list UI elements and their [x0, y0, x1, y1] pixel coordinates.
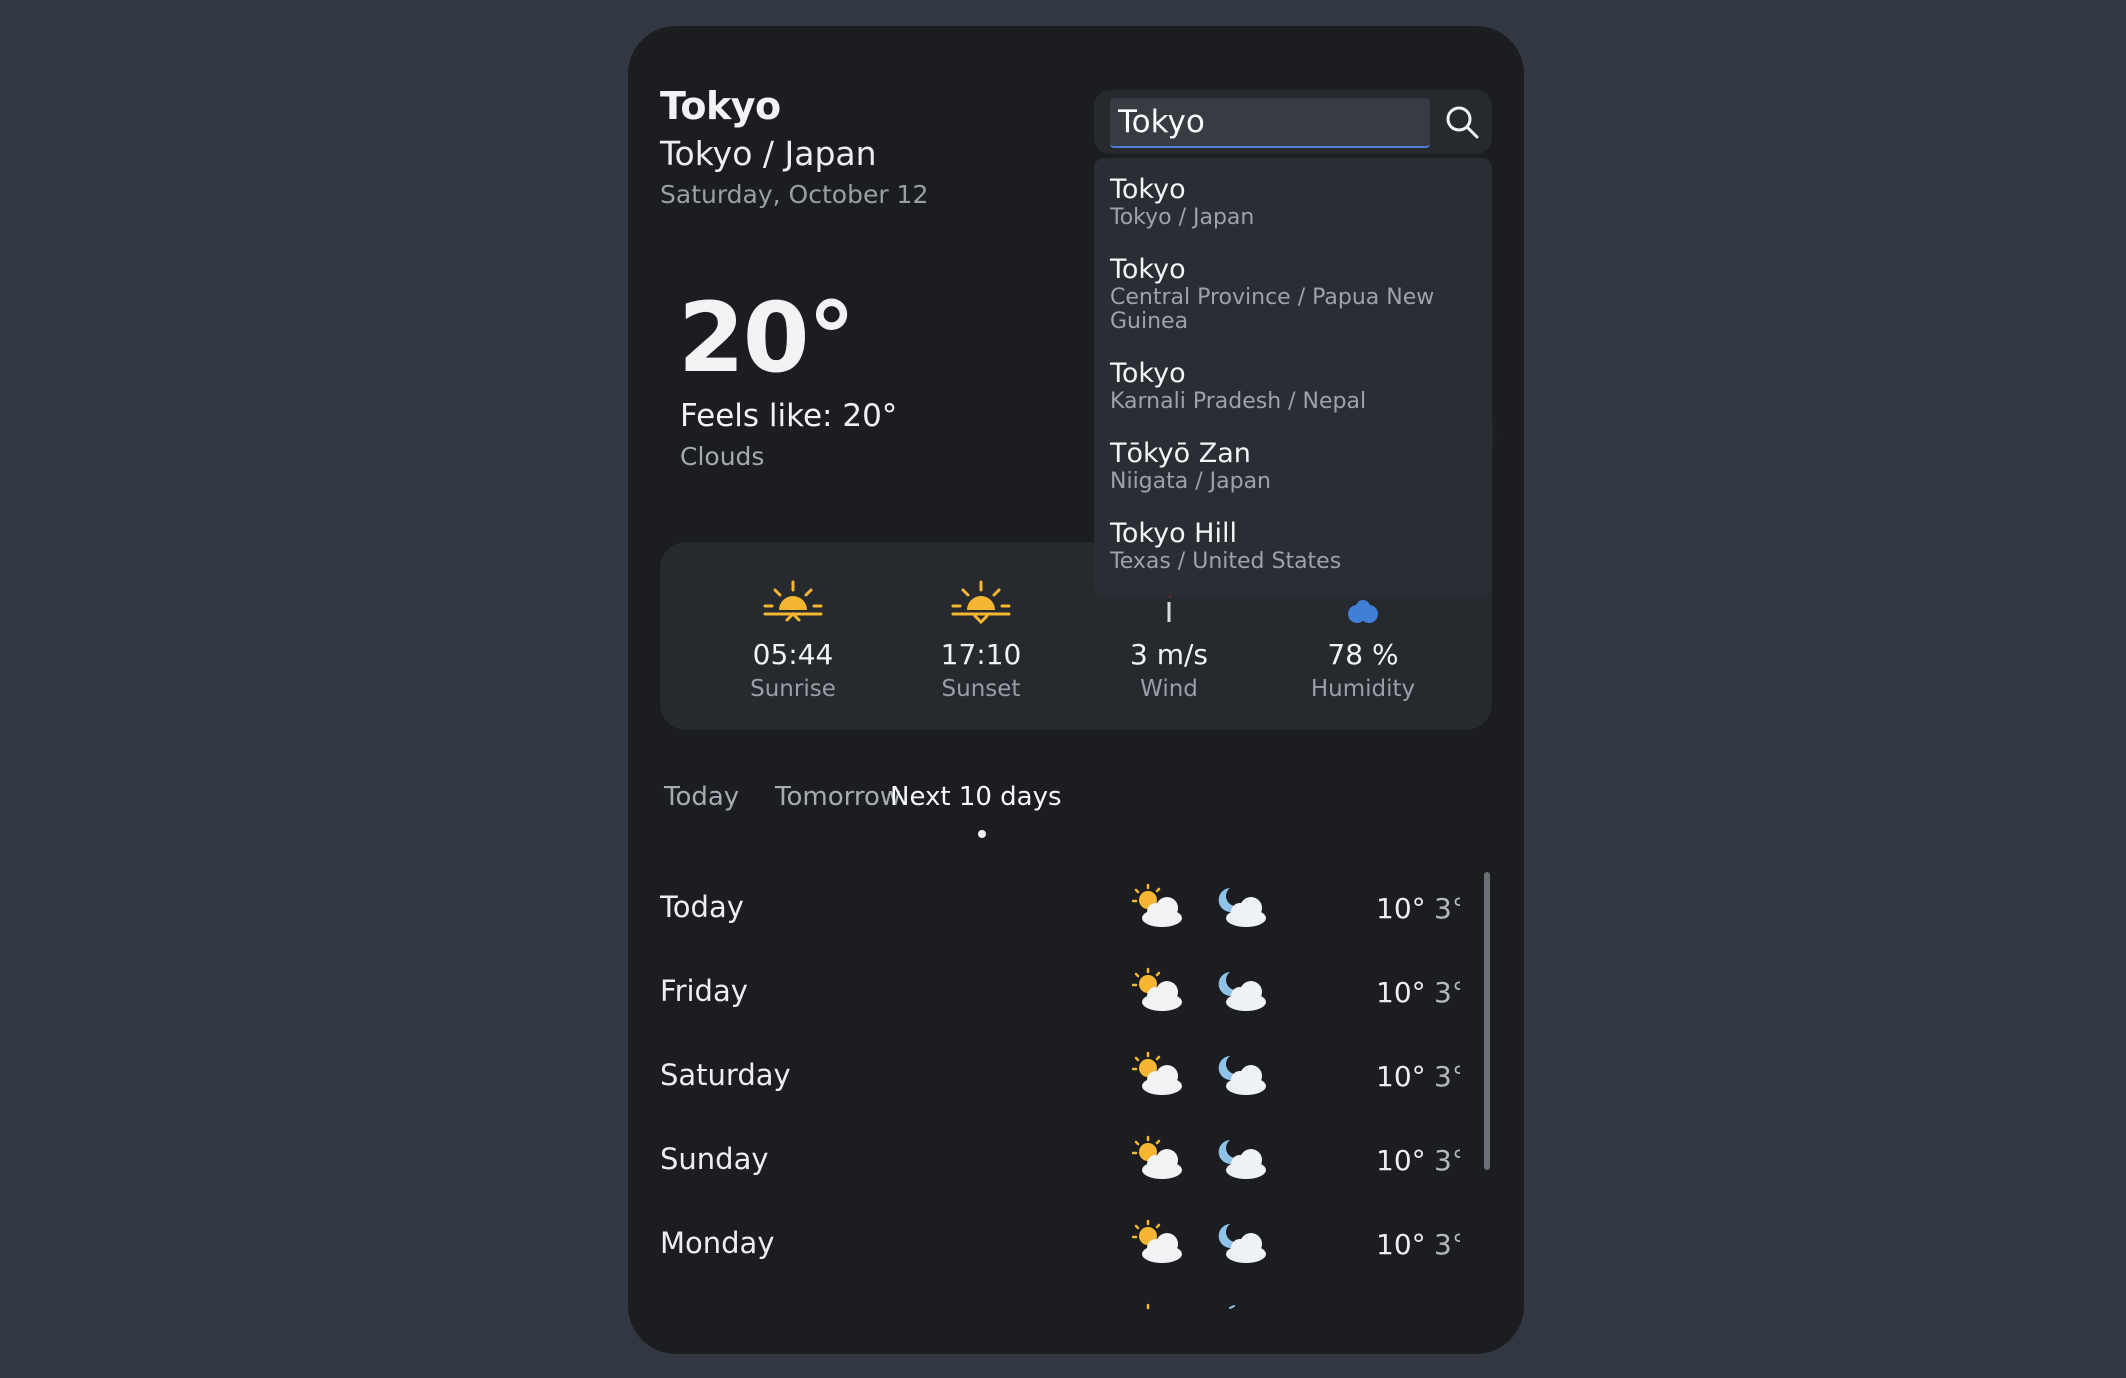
forecast-day: Monday [660, 1226, 775, 1260]
sunset-label: Sunset [941, 676, 1021, 702]
sunrise-value: 05:44 [752, 638, 834, 671]
suggestion-region: Texas / United States [1110, 549, 1342, 574]
partly-cloudy-day-icon [1132, 883, 1182, 927]
forecast-row-partial [660, 1292, 1460, 1342]
suggestion-item[interactable]: Tōkyō Zan Niigata / Japan [1110, 438, 1480, 494]
weather-card: Tokyo Tokyo / Japan Saturday, October 12… [628, 26, 1524, 1354]
sunrise-label: Sunrise [750, 676, 836, 702]
search-suggestions: Tokyo Tokyo / Japan Tokyo Central Provin… [1094, 158, 1492, 596]
forecast-day: Today [660, 890, 744, 924]
suggestion-name: Tokyo [1110, 358, 1186, 389]
search-icon[interactable] [1442, 102, 1482, 142]
date-label: Saturday, October 12 [660, 180, 929, 209]
forecast-day: Sunday [660, 1142, 769, 1176]
tab-tomorrow[interactable]: Tomorrow [775, 782, 901, 812]
suggestion-item[interactable]: Tokyo Tokyo / Japan [1110, 174, 1480, 230]
forecast-high: 10° [1376, 892, 1426, 925]
partly-cloudy-night-icon [1218, 972, 1266, 1011]
forecast-high: 10° [1376, 1228, 1426, 1261]
feels-like-label: Feels like: 20° [680, 398, 898, 434]
forecast-low: 3° [1434, 892, 1460, 925]
condition-label: Clouds [680, 442, 765, 471]
humidity-label: Humidity [1310, 676, 1416, 702]
wind-label: Wind [1140, 676, 1198, 702]
forecast-list: Today 10° 3° Friday 10° 3° Saturday 10° … [660, 872, 1460, 1342]
forecast-scrollbar[interactable] [1484, 872, 1490, 1170]
partly-cloudy-night-icon [1218, 888, 1266, 927]
partly-cloudy-night-icon [1218, 1056, 1266, 1095]
wind-value: 3 m/s [1129, 638, 1208, 671]
search-input[interactable] [1110, 98, 1430, 148]
suggestion-item[interactable]: Tokyo Central Province / Papua New Guine… [1110, 254, 1480, 334]
region-label: Tokyo / Japan [660, 134, 877, 173]
current-temperature: 20° [678, 282, 856, 394]
stat-sunrise: 05:44 Sunrise [698, 542, 888, 730]
forecast-row: Sunday 10° 3° [660, 1124, 1460, 1208]
forecast-row: Saturday 10° 3° [660, 1040, 1460, 1124]
suggestion-item[interactable]: Tokyo Karnali Pradesh / Nepal [1110, 358, 1480, 414]
forecast-day: Saturday [660, 1058, 791, 1092]
partly-cloudy-day-icon [1132, 1219, 1182, 1263]
partly-cloudy-night-icon [1218, 1140, 1266, 1179]
suggestion-name: Tōkyō Zan [1110, 438, 1251, 469]
city-title: Tokyo [660, 84, 781, 128]
forecast-low: 3° [1434, 1060, 1460, 1093]
forecast-high: 10° [1376, 1144, 1426, 1177]
forecast-row: Friday 10° 3° [660, 956, 1460, 1040]
tab-today[interactable]: Today [664, 782, 739, 812]
humidity-value: 78 % [1327, 638, 1399, 671]
active-tab-indicator [978, 830, 986, 838]
forecast-low: 3° [1434, 976, 1460, 1009]
suggestion-region: Central Province / Papua New Guinea [1110, 285, 1435, 334]
sunset-icon [951, 580, 1011, 625]
suggestion-name: Tokyo [1110, 254, 1186, 285]
partly-cloudy-day-icon [1132, 1135, 1182, 1179]
sunrise-icon [763, 580, 823, 622]
forecast-low: 3° [1434, 1228, 1460, 1261]
partly-cloudy-day-icon [1146, 1303, 1150, 1310]
stat-sunset: 17:10 Sunset [886, 542, 1076, 730]
forecast-day: Friday [660, 974, 748, 1008]
forecast-row: Today 10° 3° [660, 872, 1460, 956]
suggestion-region: Tokyo / Japan [1110, 205, 1255, 230]
forecast-high: 10° [1376, 1060, 1426, 1093]
suggestion-item[interactable]: Tokyo Hill Texas / United States [1110, 518, 1480, 574]
tab-next-10-days[interactable]: Next 10 days [890, 782, 1062, 812]
partly-cloudy-day-icon [1132, 967, 1182, 1011]
sunset-value: 17:10 [940, 638, 1022, 671]
search-box [1094, 90, 1492, 154]
forecast-low: 3° [1434, 1144, 1460, 1177]
partly-cloudy-day-icon [1132, 1051, 1182, 1095]
suggestion-name: Tokyo [1110, 174, 1186, 205]
forecast-row: Monday 10° 3° [660, 1208, 1460, 1292]
suggestion-region: Niigata / Japan [1110, 469, 1271, 494]
forecast-high: 10° [1376, 976, 1426, 1009]
suggestion-region: Karnali Pradesh / Nepal [1110, 389, 1367, 414]
partly-cloudy-night-icon [1229, 1305, 1235, 1309]
partly-cloudy-night-icon [1218, 1224, 1266, 1263]
suggestion-name: Tokyo Hill [1110, 518, 1237, 549]
